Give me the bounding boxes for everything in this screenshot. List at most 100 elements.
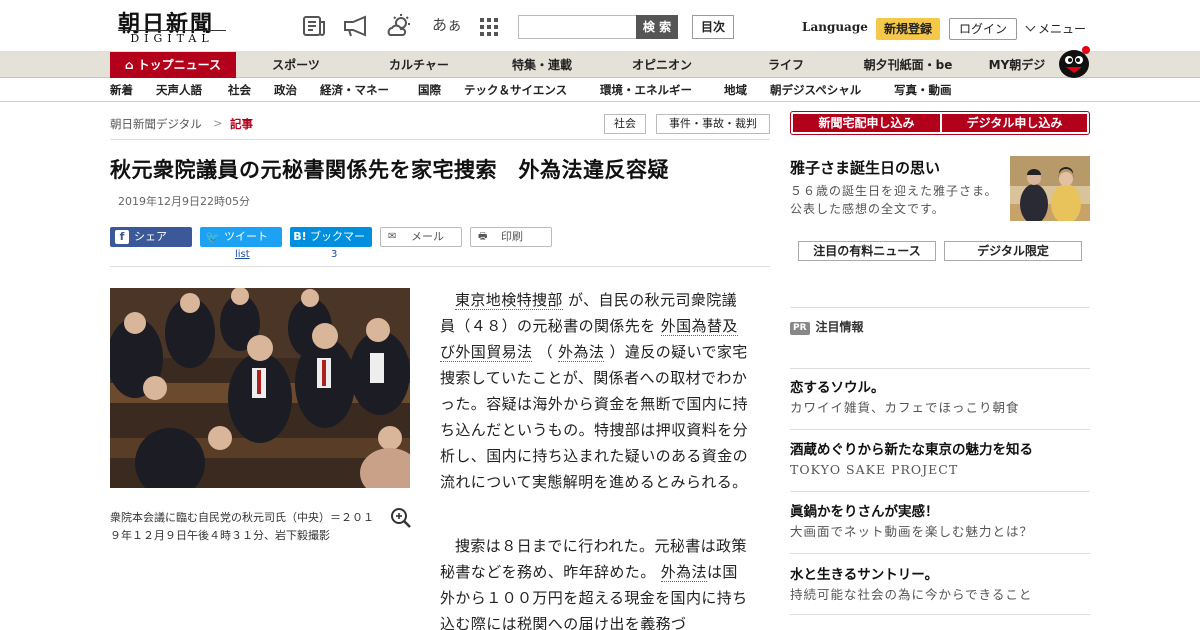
mascot-icon[interactable]: [1056, 44, 1092, 78]
divider: [790, 307, 1090, 308]
pr-badge: PR: [790, 322, 810, 335]
facebook-icon: f: [115, 230, 129, 244]
ad-title[interactable]: 酒蔵めぐりから新たな東京の魅力を知る: [790, 440, 1090, 460]
breadcrumb-separator: >: [213, 116, 223, 130]
search-input[interactable]: [518, 15, 636, 39]
mail-icon: ✉: [388, 231, 397, 242]
share-label: ブックマーク: [310, 230, 365, 263]
subnav-item-politics[interactable]: 政治: [274, 78, 297, 102]
font-size-icon[interactable]: あぁ: [432, 14, 462, 35]
hatena-icon: B!: [293, 230, 307, 243]
tab-digital-only[interactable]: デジタル限定: [944, 241, 1082, 261]
list-item[interactable]: 恋するソウル。 カワイイ雑貨、カフェでほっこり朝食: [790, 378, 1090, 418]
subnav-item-international[interactable]: 国際: [418, 78, 441, 102]
hatena-count[interactable]: 3: [331, 249, 337, 260]
subnav-item-new[interactable]: 新着: [110, 78, 133, 102]
ad-desc: 持続可能な社会の為に今からできること: [790, 587, 1033, 602]
twitter-count[interactable]: list: [235, 249, 250, 260]
list-item[interactable]: 眞鍋かをりさんが実感！ 大画面でネット動画を楽しむ魅力とは？: [790, 502, 1090, 542]
link-fefta[interactable]: 外為法: [558, 343, 605, 362]
share-label: 印刷: [501, 230, 523, 243]
sub-nav: 新着 天声人語 社会 政治 経済・マネー 国際 テック＆サイエンス 環境・エネル…: [0, 78, 1200, 102]
article-title: 秋元衆院議員の元秘書関係先を家宅捜索 外為法違反容疑: [110, 158, 669, 182]
twitter-icon: 🐦: [205, 230, 220, 244]
ad-title[interactable]: 眞鍋かをりさんが実感！: [790, 502, 1090, 522]
login-button[interactable]: ログイン: [949, 18, 1017, 40]
ad-title[interactable]: 水と生きるサントリー。: [790, 565, 1090, 585]
nav-item-sports[interactable]: スポーツ: [258, 52, 334, 78]
list-item[interactable]: 酒蔵めぐりから新たな東京の魅力を知る TOKYO SAKE PROJECT: [790, 440, 1090, 480]
nav-item-culture[interactable]: カルチャー: [372, 52, 466, 78]
subnav-item-environment[interactable]: 環境・エネルギー: [600, 78, 692, 102]
text: ）違反の疑いで家宅捜索していたことが、関係者への取材でわかった。容疑は海外から資…: [440, 343, 749, 491]
twitter-share-button[interactable]: 🐦 ツイート: [200, 227, 282, 247]
subnav-item-tenseijingo[interactable]: 天声人語: [156, 78, 202, 102]
divider: [790, 614, 1090, 615]
nav-item-newspaper[interactable]: 朝夕刊紙面・be: [852, 52, 964, 78]
breadcrumb-home[interactable]: 朝日新聞デジタル: [110, 116, 202, 132]
nav-item-features[interactable]: 特集・連載: [496, 52, 588, 78]
link-fefta[interactable]: 外為法: [660, 563, 707, 582]
subnav-item-region[interactable]: 地域: [724, 78, 747, 102]
hatena-bookmark-button[interactable]: B! ブックマーク: [290, 227, 372, 263]
tab-premium-news[interactable]: 注目の有料ニュース: [798, 241, 936, 261]
subnav-item-tech[interactable]: テック＆サイエンス: [464, 78, 567, 102]
subscribe-box: 新聞宅配申し込み デジタル申し込み: [790, 111, 1090, 135]
menu-button[interactable]: メニュー: [1025, 20, 1087, 37]
divider: [790, 553, 1090, 554]
tag-society[interactable]: 社会: [604, 114, 646, 134]
digital-subscribe-button[interactable]: デジタル申し込み: [942, 114, 1087, 132]
subnav-item-special[interactable]: 朝デジスペシャル: [770, 78, 861, 102]
pr-section-label: PR 注目情報: [790, 318, 864, 335]
article-photo[interactable]: [110, 288, 410, 488]
newspaper-delivery-button[interactable]: 新聞宅配申し込み: [793, 114, 940, 132]
feature-title[interactable]: 雅子さま誕生日の思い: [790, 157, 940, 178]
divider: [110, 266, 770, 267]
nav-item-life[interactable]: ライフ: [752, 52, 820, 78]
ad-title[interactable]: 恋するソウル。: [790, 378, 1090, 398]
subnav-item-society[interactable]: 社会: [228, 78, 251, 102]
menu-label: メニュー: [1038, 22, 1087, 36]
list-item[interactable]: 水と生きるサントリー。 持続可能な社会の為に今からできること: [790, 565, 1090, 605]
language-link[interactable]: Language: [802, 20, 868, 34]
divider: [790, 429, 1090, 430]
main-nav: ⌂ トップニュース スポーツ カルチャー 特集・連載 オピニオン ライフ 朝夕刊紙…: [0, 46, 1200, 78]
toc-button[interactable]: 目次: [692, 15, 734, 39]
site-header: 朝日新聞 DIGITAL あぁ 検 索 目次 Language 新規登録 ログイ…: [0, 0, 1200, 52]
article-paragraph: 東京地検特捜部 が、自民の秋元司衆院議員（４８）の元秘書の関係先を 外国為替及び…: [440, 287, 750, 495]
print-button[interactable]: 🖶 印刷: [470, 227, 552, 247]
nav-item-my-asahi[interactable]: MY朝デジ: [982, 52, 1052, 78]
mail-share-button[interactable]: ✉ メール: [380, 227, 462, 247]
print-icon: 🖶: [478, 231, 488, 242]
logo-sub[interactable]: DIGITAL: [118, 30, 226, 45]
link-tokyo-prosecutors[interactable]: 東京地検特捜部: [455, 291, 563, 310]
breadcrumb-current: 記事: [230, 117, 253, 131]
nav-item-opinion[interactable]: オピニオン: [614, 52, 710, 78]
ad-desc: 大画面でネット動画を楽しむ魅力とは？: [790, 524, 1034, 539]
subnav-item-economy[interactable]: 経済・マネー: [320, 78, 389, 102]
nav-item-top-news[interactable]: ⌂ トップニュース: [110, 52, 236, 78]
divider: [790, 491, 1090, 492]
zoom-icon[interactable]: [390, 507, 412, 529]
divider: [110, 139, 770, 140]
nav-label: トップニュース: [137, 58, 221, 72]
ad-desc: カワイイ雑貨、カフェでほっこり朝食: [790, 400, 1020, 415]
photo-caption: 衆院本会議に臨む自民党の秋元司氏（中央）＝２０１９年１２月９日午後４時３１分、岩…: [110, 511, 374, 542]
feature-desc[interactable]: ５６歳の誕生日を迎えた雅子さま。公表した感想の全文です。: [790, 182, 1000, 218]
article-date: 2019年12月9日22時05分: [118, 195, 250, 208]
grid-menu-icon[interactable]: [478, 14, 500, 38]
facebook-share-button[interactable]: f シェア: [110, 227, 192, 247]
search-button[interactable]: 検 索: [636, 15, 678, 39]
feature-photo[interactable]: [1010, 156, 1090, 221]
weather-icon[interactable]: [386, 14, 414, 38]
article-paragraph: 捜索は８日までに行われた。元秘書は政策秘書などを務め、昨年辞めた。 外為法は国外…: [440, 533, 750, 630]
home-icon: ⌂: [125, 58, 134, 72]
newspaper-icon[interactable]: [300, 14, 328, 38]
subnav-item-photo[interactable]: 写真・動画: [894, 78, 952, 102]
share-label: ツイート: [224, 230, 268, 243]
ad-desc: TOKYO SAKE PROJECT: [790, 462, 959, 477]
megaphone-icon[interactable]: [342, 14, 370, 38]
pr-label: 注目情報: [815, 320, 864, 334]
register-button[interactable]: 新規登録: [876, 18, 940, 40]
tag-incident[interactable]: 事件・事故・裁判: [656, 114, 770, 134]
